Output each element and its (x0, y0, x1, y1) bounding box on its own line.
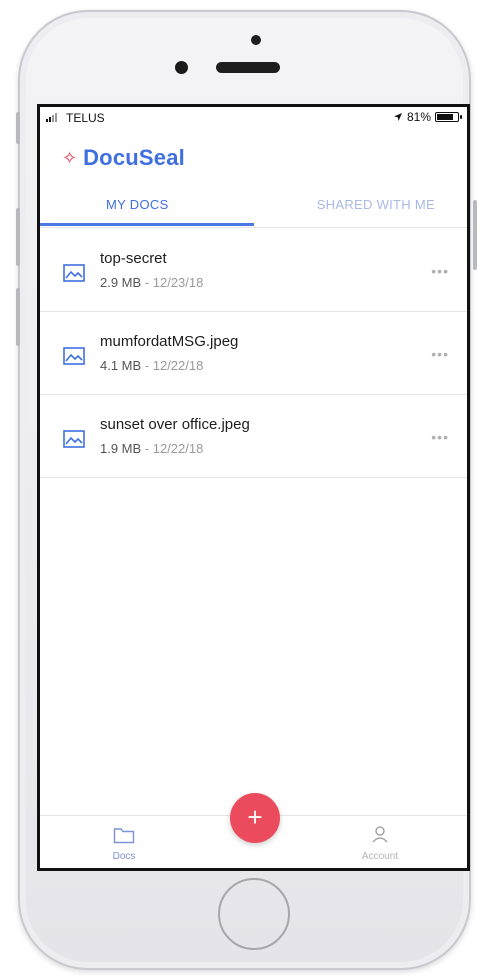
file-meta: 4.1 MB - 12/22/18 (100, 358, 203, 373)
file-size: 4.1 MB (100, 358, 142, 373)
list-item[interactable]: mumfordatMSG.jpeg 4.1 MB - 12/22/18 ••• (40, 312, 467, 395)
user-icon (372, 826, 388, 843)
proximity-sensor (251, 35, 261, 45)
file-date: - 12/23/18 (141, 275, 204, 290)
signal-icon (46, 113, 57, 122)
carrier-name: TELUS (66, 111, 105, 125)
status-bar: TELUS 81% (40, 107, 467, 129)
app-screen: TELUS 81% ✧ DocuSeal MY DOCS SHARED WITH… (37, 104, 470, 871)
front-camera (175, 61, 188, 74)
image-file-icon (63, 264, 85, 282)
brand-name: DocuSeal (83, 145, 185, 170)
volume-down-button (16, 288, 20, 346)
home-button[interactable] (218, 878, 290, 950)
docuseal-logo-icon: ✧ (62, 148, 78, 168)
nav-docs[interactable]: Docs (94, 826, 154, 862)
power-button (473, 200, 477, 270)
folder-icon (113, 828, 135, 844)
file-size: 2.9 MB (100, 275, 142, 290)
mute-switch (16, 112, 20, 144)
list-item[interactable]: top-secret 2.9 MB - 12/23/18 ••• (40, 229, 467, 312)
file-name: top-secret (100, 250, 167, 267)
active-tab-indicator (40, 223, 254, 226)
add-document-button[interactable]: + (230, 793, 280, 843)
nav-account-label: Account (361, 851, 399, 862)
file-date: - 12/22/18 (141, 441, 204, 456)
file-name: mumfordatMSG.jpeg (100, 333, 239, 350)
document-list: top-secret 2.9 MB - 12/23/18 ••• mumford… (40, 229, 467, 478)
file-date: - 12/22/18 (141, 358, 204, 373)
nav-docs-label: Docs (112, 851, 136, 862)
file-meta: 2.9 MB - 12/23/18 (100, 275, 203, 290)
status-right: 81% (393, 110, 462, 124)
more-options-icon[interactable]: ••• (431, 346, 449, 362)
earpiece-speaker (216, 62, 280, 73)
file-meta: 1.9 MB - 12/22/18 (100, 441, 203, 456)
image-file-icon (63, 347, 85, 365)
battery-percent: 81% (406, 110, 431, 124)
more-options-icon[interactable]: ••• (431, 263, 449, 279)
tab-shared-with-me[interactable]: SHARED WITH ME (317, 197, 435, 212)
image-file-icon (63, 430, 85, 448)
list-item[interactable]: sunset over office.jpeg 1.9 MB - 12/22/1… (40, 395, 467, 478)
volume-up-button (16, 208, 20, 266)
file-name: sunset over office.jpeg (100, 416, 250, 433)
nav-account[interactable]: Account (345, 824, 415, 862)
file-size: 1.9 MB (100, 441, 142, 456)
battery-icon (435, 112, 462, 122)
location-arrow-icon (393, 113, 402, 121)
app-brand: ✧ DocuSeal (62, 145, 185, 171)
tab-my-docs[interactable]: MY DOCS (106, 197, 169, 212)
battery-fill (437, 114, 454, 120)
more-options-icon[interactable]: ••• (431, 429, 449, 445)
